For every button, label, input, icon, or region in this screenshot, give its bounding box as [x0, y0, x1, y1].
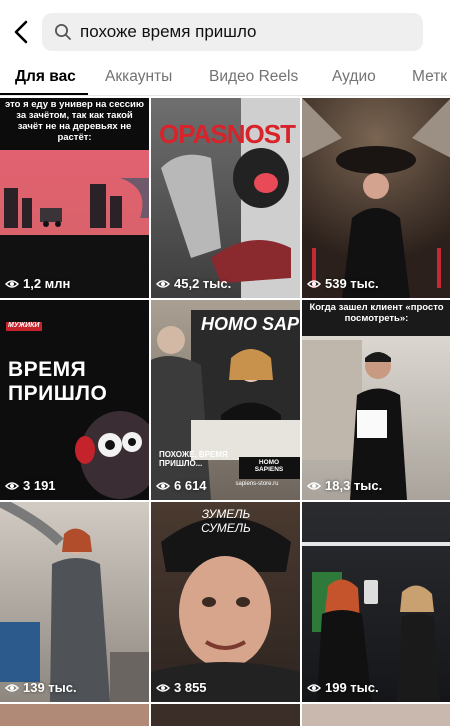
- reel-tile[interactable]: 199 тыс.: [302, 502, 450, 702]
- tab-for-you[interactable]: Для вас: [15, 68, 76, 86]
- view-count: 18,3 тыс.: [307, 478, 382, 493]
- search-bar[interactable]: [42, 13, 423, 51]
- reel-tile[interactable]: [0, 704, 149, 726]
- reel-tile[interactable]: ЗУМЕЛЬ СУМЕЛЬ 3 855: [151, 502, 300, 702]
- channel-badge: МУЖИКИ: [8, 322, 40, 329]
- view-count: 3 191: [5, 478, 56, 493]
- reel-tile[interactable]: 539 тыс.: [302, 98, 450, 298]
- tab-accounts[interactable]: Аккаунты: [105, 68, 172, 86]
- reel-tile[interactable]: [151, 704, 300, 726]
- eye-icon: [156, 481, 170, 490]
- view-count: 539 тыс.: [307, 276, 379, 291]
- tile-caption: Когда зашел клиент «просто посмотреть»:: [309, 302, 444, 324]
- tab-audio[interactable]: Аудио: [332, 68, 376, 86]
- tile-caption: HOMO SAP: [201, 314, 300, 334]
- tab-bar: Для вас Аккаунты Видео Reels Аудио Метк: [0, 62, 450, 96]
- eye-icon: [307, 683, 321, 692]
- eye-icon: [5, 279, 19, 288]
- tile-subcaption: ПОХОЖЕ, ВРЕМЯ ПРИШЛО...: [159, 450, 228, 469]
- tab-reels[interactable]: Видео Reels: [209, 68, 298, 86]
- eye-icon: [307, 279, 321, 288]
- view-count: 1,2 млн: [5, 276, 70, 291]
- eye-icon: [307, 481, 321, 490]
- tile-caption: это я еду в универ на сессию за зачётом,…: [4, 99, 145, 143]
- eye-icon: [5, 683, 19, 692]
- back-button[interactable]: [8, 17, 34, 47]
- brand-logo: HOMO SAPIENS: [254, 459, 284, 474]
- search-icon: [46, 13, 80, 51]
- reel-tile[interactable]: Когда зашел клиент «просто посмотреть»: …: [302, 300, 450, 500]
- active-tab-indicator: [0, 93, 88, 95]
- tile-caption: OPASNOST: [159, 119, 296, 149]
- reel-tile[interactable]: OPASNOST 45,2 тыс.: [151, 98, 300, 298]
- eye-icon: [5, 481, 19, 490]
- view-count: 199 тыс.: [307, 680, 379, 695]
- reel-tile[interactable]: [302, 704, 450, 726]
- reel-tile[interactable]: 139 тыс.: [0, 502, 149, 702]
- view-count: 139 тыс.: [5, 680, 77, 695]
- tab-tags[interactable]: Метк: [412, 68, 447, 86]
- view-count: 6 614: [156, 478, 207, 493]
- view-count: 3 855: [156, 680, 207, 695]
- reel-tile[interactable]: МУЖИКИ ВРЕМЯ ПРИШЛО 3 191: [0, 300, 149, 500]
- site-url: sapiens-store.ru: [235, 481, 279, 487]
- reel-tile[interactable]: HOMO SAP ПОХОЖЕ, ВРЕМЯ ПРИШЛО... HOMO SA…: [151, 300, 300, 500]
- eye-icon: [156, 683, 170, 692]
- eye-icon: [156, 279, 170, 288]
- search-input[interactable]: [80, 13, 410, 51]
- top-bar: [0, 0, 450, 62]
- tile-caption: ЗУМЕЛЬ СУМЕЛЬ: [201, 507, 251, 535]
- reel-tile[interactable]: это я еду в универ на сессию за зачётом,…: [0, 98, 149, 298]
- view-count: 45,2 тыс.: [156, 276, 231, 291]
- chevron-left-icon: [14, 20, 28, 44]
